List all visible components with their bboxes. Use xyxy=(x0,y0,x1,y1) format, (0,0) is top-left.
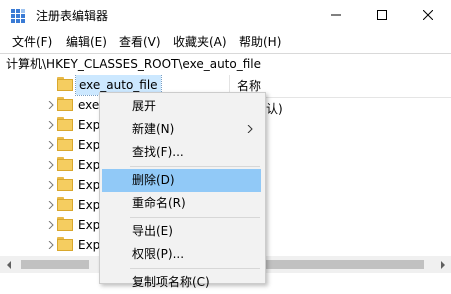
scroll-right-arrow-icon[interactable] xyxy=(434,256,451,273)
tree-item-label: Exp xyxy=(78,178,101,192)
chevron-right-icon[interactable] xyxy=(45,179,57,191)
folder-icon xyxy=(57,117,73,131)
folder-icon xyxy=(57,137,73,151)
title-bar[interactable]: 注册表编辑器 xyxy=(0,0,451,32)
menu-item-label: 权限(P)... xyxy=(132,247,185,261)
chevron-right-icon[interactable] xyxy=(45,159,57,171)
address-bar[interactable]: 计算机\HKEY_CLASSES_ROOT\exe_auto_file xyxy=(0,53,451,76)
chevron-right-icon[interactable] xyxy=(45,99,57,111)
menu-separator xyxy=(130,217,260,218)
context-menu-delete[interactable]: 删除(D) xyxy=(102,169,261,192)
chevron-right-icon[interactable] xyxy=(45,199,57,211)
menu-item-label: 展开 xyxy=(132,99,157,113)
menu-favorites[interactable]: 收藏夹(A) xyxy=(173,32,227,52)
context-menu-rename[interactable]: 重命名(R) xyxy=(102,192,261,215)
regedit-app-icon xyxy=(10,8,26,24)
tree-item-label: Exp xyxy=(78,138,101,152)
menu-edit[interactable]: 编辑(E) xyxy=(66,32,107,52)
folder-icon xyxy=(57,177,73,191)
menu-view[interactable]: 查看(V) xyxy=(119,32,161,52)
scrollbar-thumb[interactable] xyxy=(254,260,424,269)
maximize-icon xyxy=(377,9,387,23)
tree-item-label: Exp xyxy=(78,158,101,172)
close-icon xyxy=(422,9,434,23)
submenu-arrow-icon xyxy=(245,124,255,134)
context-menu: 展开 新建(N) 查找(F)... 删除(D) 重命名(R) 导出(E) 权限(… xyxy=(99,92,266,289)
menu-item-label: 删除(D) xyxy=(132,173,175,187)
tree-item-label: Exp xyxy=(78,238,101,252)
values-horizontal-scrollbar[interactable] xyxy=(234,256,451,273)
tree-item-label: Exp xyxy=(78,198,101,212)
context-menu-export[interactable]: 导出(E) xyxy=(102,220,261,243)
context-menu-new[interactable]: 新建(N) xyxy=(102,118,261,141)
menu-item-label: 新建(N) xyxy=(132,122,175,136)
context-menu-expand[interactable]: 展开 xyxy=(102,95,261,118)
minimize-button[interactable] xyxy=(313,0,359,32)
chevron-right-icon[interactable] xyxy=(45,139,57,151)
chevron-right-icon[interactable] xyxy=(45,119,57,131)
folder-icon xyxy=(57,237,73,251)
maximize-button[interactable] xyxy=(359,0,405,32)
context-menu-permissions[interactable]: 权限(P)... xyxy=(102,243,261,266)
menu-help[interactable]: 帮助(H) xyxy=(239,32,281,52)
tree-item-label: Exp xyxy=(78,118,101,132)
close-button[interactable] xyxy=(405,0,451,32)
column-header[interactable]: 名称 xyxy=(234,75,451,98)
folder-icon xyxy=(57,217,73,231)
tree-item-label: exe xyxy=(78,98,100,112)
menu-file[interactable]: 文件(F) xyxy=(12,32,52,52)
menu-item-label: 重命名(R) xyxy=(132,196,186,210)
folder-icon xyxy=(57,97,73,111)
window-title: 注册表编辑器 xyxy=(36,9,109,23)
tree-item-label: Exp xyxy=(78,218,101,232)
folder-icon xyxy=(57,157,73,171)
address-path[interactable]: 计算机\HKEY_CLASSES_ROOT\exe_auto_file xyxy=(6,54,261,75)
scroll-left-arrow-icon[interactable] xyxy=(0,256,17,273)
values-pane[interactable]: 名称 默认) xyxy=(234,75,451,268)
menu-separator xyxy=(130,268,260,269)
scrollbar-thumb[interactable] xyxy=(21,260,89,269)
folder-icon xyxy=(57,197,73,211)
context-menu-find[interactable]: 查找(F)... xyxy=(102,141,261,164)
context-menu-copy-key-name[interactable]: 复制项名称(C) xyxy=(102,271,261,294)
menu-item-label: 导出(E) xyxy=(132,224,173,238)
menu-separator xyxy=(130,166,260,167)
folder-icon xyxy=(57,77,73,91)
menu-item-label: 查找(F)... xyxy=(132,145,184,159)
minimize-icon xyxy=(331,9,341,23)
chevron-right-icon[interactable] xyxy=(45,219,57,231)
menu-item-label: 复制项名称(C) xyxy=(132,275,210,289)
chevron-right-icon[interactable] xyxy=(45,239,57,251)
menu-bar: 文件(F) 编辑(E) 查看(V) 收藏夹(A) 帮助(H) xyxy=(0,32,451,52)
